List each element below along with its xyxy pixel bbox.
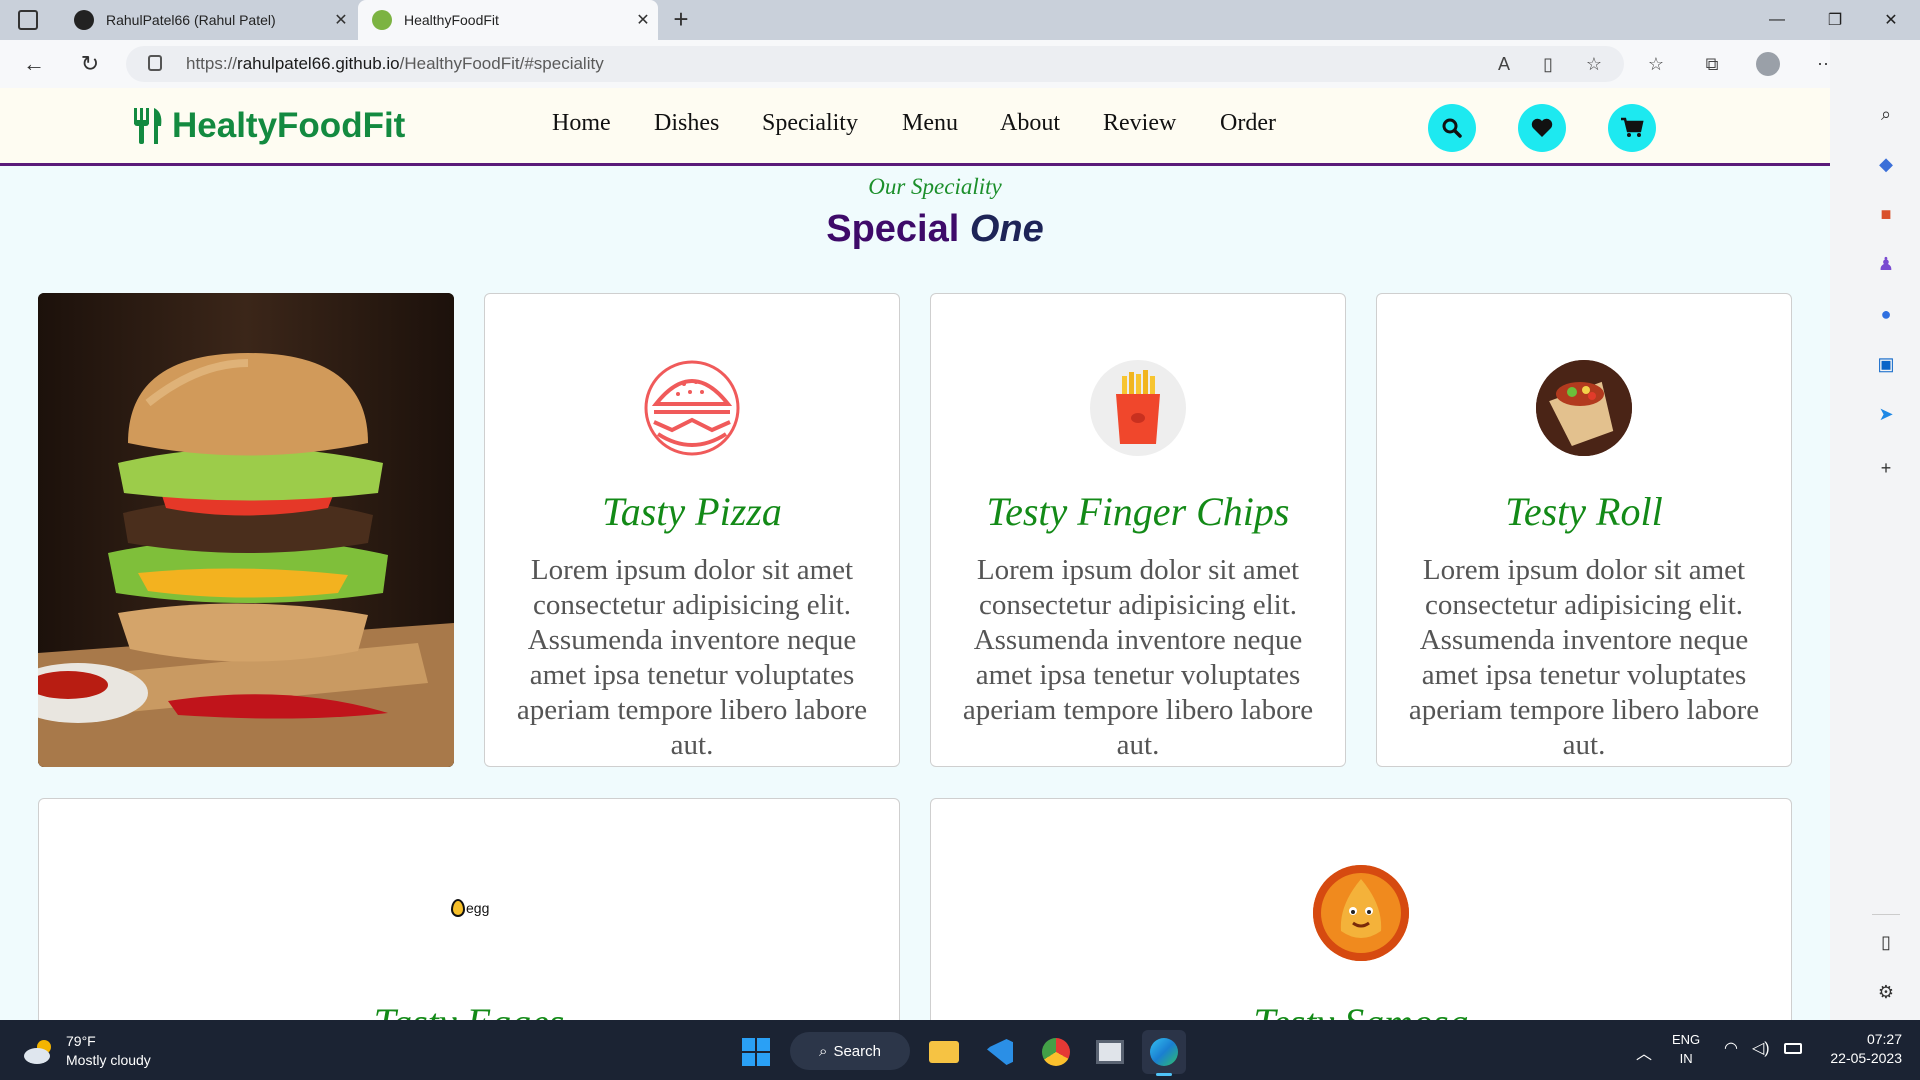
cloud-icon xyxy=(24,1040,51,1064)
show-hidden-icons[interactable]: ︿ xyxy=(1636,1040,1652,1064)
weather-widget[interactable]: 79°F Mostly cloudy xyxy=(22,1032,151,1070)
clock[interactable]: 07:27 22-05-2023 xyxy=(1822,1030,1902,1068)
clock-date: 22-05-2023 xyxy=(1830,1050,1902,1066)
search-icon: ⌕ xyxy=(819,1042,828,1060)
restore-icon[interactable]: ❐ xyxy=(1806,0,1864,40)
cart-button[interactable] xyxy=(1608,104,1656,152)
web-page: HealtyFoodFit Home Dishes Speciality Men… xyxy=(0,88,1830,1020)
card-title: Testy Samosa xyxy=(931,999,1791,1020)
nav-about[interactable]: About xyxy=(1000,110,1060,137)
minimize-icon[interactable]: — xyxy=(1748,0,1806,40)
chrome-icon[interactable] xyxy=(1034,1030,1078,1074)
lang-code: ENG xyxy=(1672,1032,1701,1047)
egg-label: egg xyxy=(466,900,490,916)
speciality-card: Tasty Pizza Lorem ipsum dolor sit amet c… xyxy=(484,293,900,767)
search-icon xyxy=(1442,118,1462,138)
card-title: Tasty Pizza xyxy=(602,489,782,534)
immersive-reader-icon[interactable]: ▯ xyxy=(1532,48,1564,80)
nav-review[interactable]: Review xyxy=(1103,110,1176,137)
logo-text: HealtyFoodFit xyxy=(172,106,406,145)
outlook-icon[interactable]: ▣ xyxy=(1866,344,1906,384)
site-header: HealtyFoodFit Home Dishes Speciality Men… xyxy=(0,88,1830,166)
wifi-icon[interactable]: ◠ xyxy=(1724,1038,1738,1058)
file-explorer-icon[interactable] xyxy=(922,1030,966,1074)
heart-icon xyxy=(1531,118,1553,137)
search-button[interactable] xyxy=(1428,104,1476,152)
lock-icon[interactable] xyxy=(148,55,162,71)
section-title: Special One xyxy=(826,208,1044,250)
speciality-card: Testy Finger Chips Lorem ipsum dolor sit… xyxy=(930,293,1346,767)
nav-order[interactable]: Order xyxy=(1220,110,1276,137)
utensils-icon xyxy=(134,108,162,144)
speciality-card: Testy Roll Lorem ipsum dolor sit amet co… xyxy=(1376,293,1792,767)
drop-icon[interactable]: ➤ xyxy=(1866,394,1906,434)
read-aloud-icon[interactable]: A xyxy=(1488,48,1520,80)
card-title: Testy Finger Chips xyxy=(986,489,1290,534)
tools-icon[interactable]: ■ xyxy=(1866,194,1906,234)
favorites-icon[interactable]: ☆ xyxy=(1640,48,1672,80)
shopping-icon[interactable]: ◆ xyxy=(1866,144,1906,184)
cart-icon xyxy=(1621,117,1644,137)
sidebar-divider xyxy=(1872,914,1900,915)
vscode-icon[interactable] xyxy=(978,1030,1022,1074)
tab-healthyfoodfit[interactable]: HealthyFoodFit ✕ xyxy=(358,0,658,40)
close-icon[interactable]: ✕ xyxy=(628,10,658,30)
fries-icon xyxy=(1090,360,1186,456)
card-text: Lorem ipsum dolor sit amet consectetur a… xyxy=(1408,554,1760,761)
nav-menu[interactable]: Menu xyxy=(902,110,958,137)
weather-temp: 79°F xyxy=(66,1033,96,1049)
microsoft-365-icon[interactable]: ● xyxy=(1866,294,1906,334)
url-text[interactable]: https://rahulpatel66.github.io/HealthyFo… xyxy=(186,52,604,76)
card-title: Testy Roll xyxy=(1505,489,1663,534)
card-text: Lorem ipsum dolor sit amet consectetur a… xyxy=(516,554,868,761)
card-title: Tasty Egges xyxy=(39,999,899,1020)
new-tab-button[interactable]: + xyxy=(666,4,696,35)
nav-dishes[interactable]: Dishes xyxy=(654,110,719,137)
refresh-icon[interactable]: ↻ xyxy=(70,44,110,84)
edge-icon[interactable] xyxy=(1142,1030,1186,1074)
burger-photo xyxy=(38,293,454,767)
settings-icon[interactable]: ⚙ xyxy=(1866,972,1906,1012)
active-app-indicator xyxy=(1156,1073,1172,1076)
search-icon[interactable]: ⌕ xyxy=(1866,94,1906,134)
wishlist-button[interactable] xyxy=(1518,104,1566,152)
add-icon[interactable]: + xyxy=(1866,448,1906,488)
back-icon[interactable]: ← xyxy=(14,44,54,84)
card-text: Lorem ipsum dolor sit amet consectetur a… xyxy=(962,554,1314,761)
weather-desc: Mostly cloudy xyxy=(66,1052,151,1068)
section-subtitle: Our Speciality xyxy=(868,174,1002,199)
edge-sidebar xyxy=(1830,40,1920,1020)
battery-icon[interactable] xyxy=(1784,1043,1802,1054)
clock-time: 07:27 xyxy=(1866,1031,1902,1047)
terminal-icon[interactable] xyxy=(1088,1030,1132,1074)
close-window-icon[interactable]: ✕ xyxy=(1862,0,1920,40)
add-favorite-icon[interactable]: ☆ xyxy=(1578,48,1610,80)
games-icon[interactable]: ♟ xyxy=(1866,244,1906,284)
tab-actions-icon[interactable] xyxy=(18,10,38,30)
taskbar-search-label: Search xyxy=(833,1042,881,1060)
nav-speciality[interactable]: Speciality xyxy=(762,110,858,137)
tab-github[interactable]: RahulPatel66 (Rahul Patel) ✕ xyxy=(60,0,356,40)
wrap-icon xyxy=(1536,360,1632,456)
region-code: IN xyxy=(1679,1051,1693,1066)
close-icon[interactable]: ✕ xyxy=(326,10,356,30)
burger-icon xyxy=(644,360,740,456)
volume-icon[interactable]: ◁) xyxy=(1752,1038,1770,1058)
site-logo[interactable]: HealtyFoodFit xyxy=(130,102,405,150)
tab-label: RahulPatel66 (Rahul Patel) xyxy=(106,12,276,28)
site-favicon-icon xyxy=(372,10,392,30)
egg-icon: egg xyxy=(451,899,489,917)
speciality-card: egg Tasty Egges xyxy=(38,798,900,1020)
collections-icon[interactable]: ⧉ xyxy=(1696,48,1728,80)
speciality-card: Testy Samosa xyxy=(930,798,1792,1020)
taskbar-search[interactable]: ⌕ Search xyxy=(790,1032,910,1070)
profile-avatar[interactable] xyxy=(1752,48,1784,80)
github-icon xyxy=(74,10,94,30)
start-icon[interactable] xyxy=(734,1030,778,1074)
hide-sidebar-icon[interactable]: ▯ xyxy=(1866,922,1906,962)
samosa-icon xyxy=(1313,865,1409,961)
language-indicator[interactable]: ENG IN xyxy=(1672,1030,1700,1068)
tab-label: HealthyFoodFit xyxy=(404,12,499,28)
nav-home[interactable]: Home xyxy=(552,110,611,137)
